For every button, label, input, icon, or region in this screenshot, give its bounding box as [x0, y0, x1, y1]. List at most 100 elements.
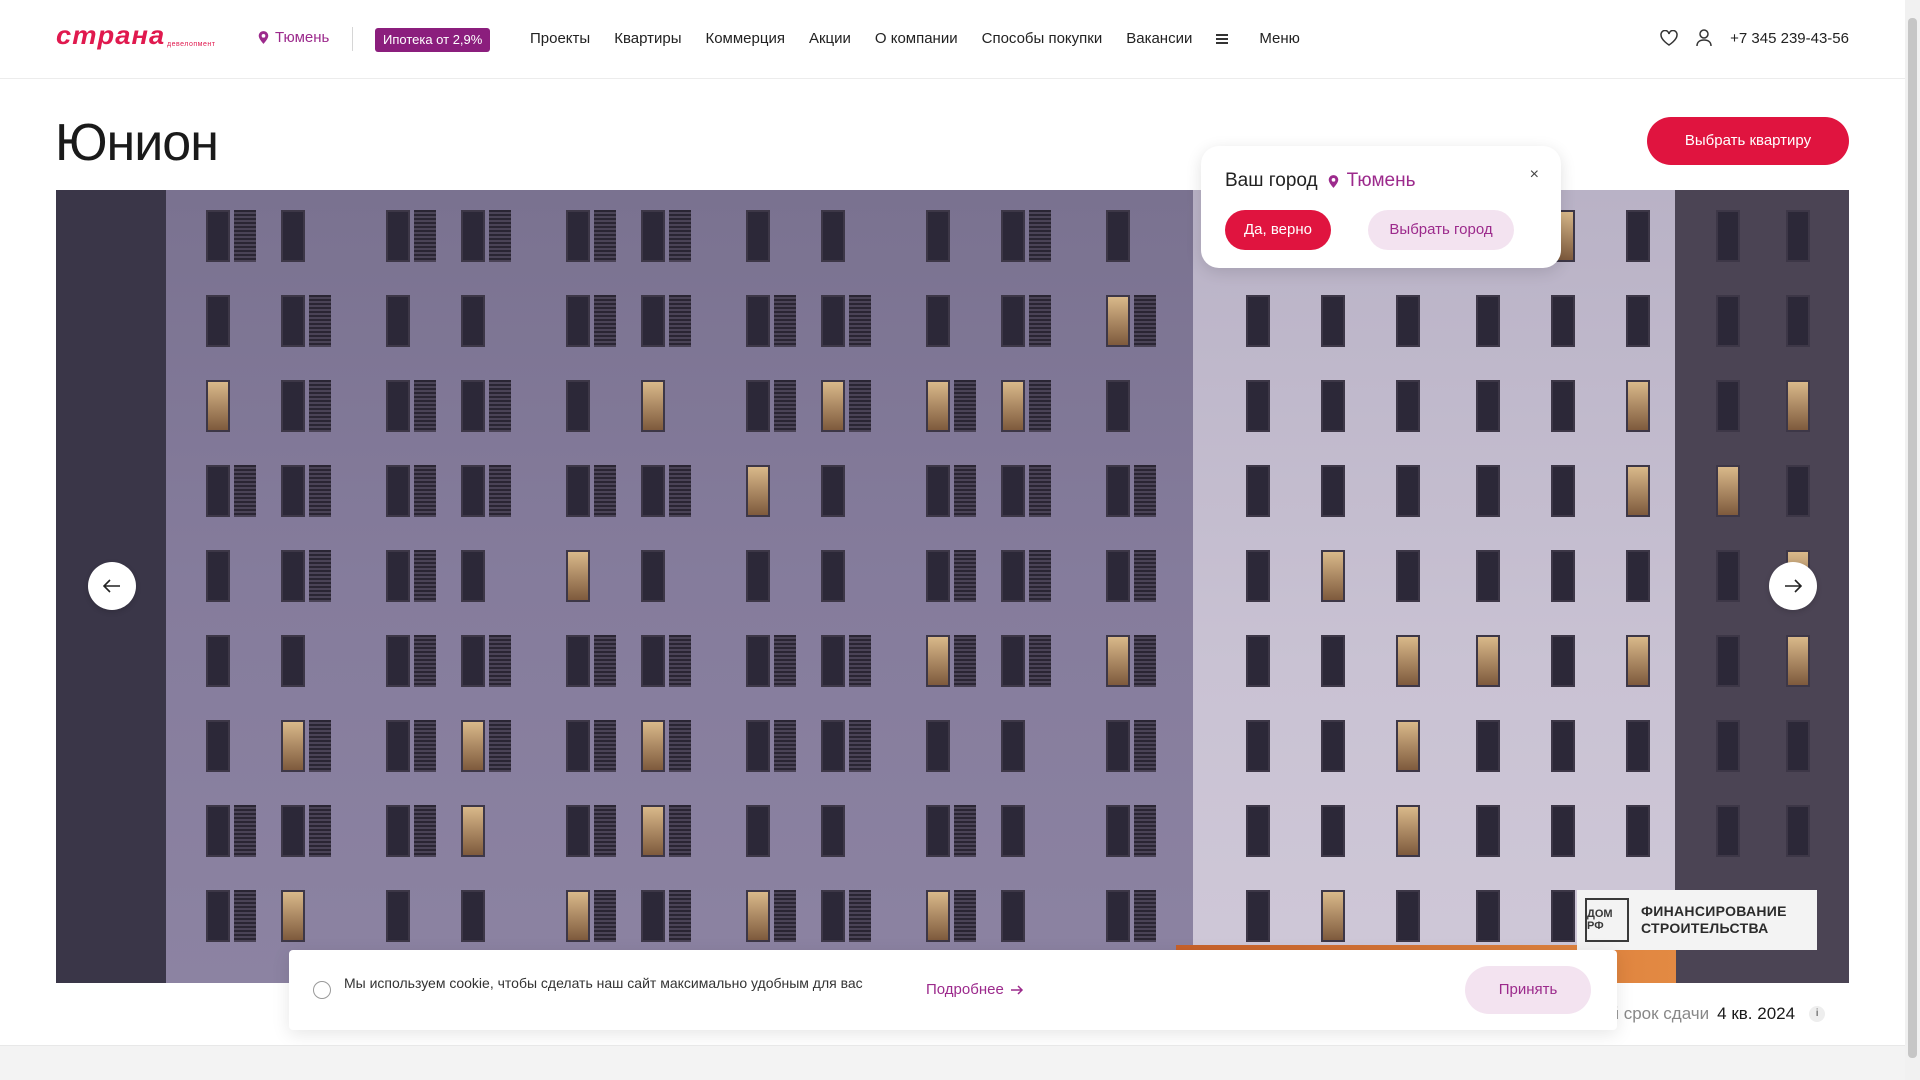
facade-window [1786, 380, 1810, 432]
facade-window [461, 465, 485, 517]
facade-window [641, 465, 665, 517]
facade-window [461, 890, 485, 942]
close-icon[interactable]: × [1530, 166, 1539, 184]
mortgage-promo-badge[interactable]: Ипотека от 2,9% [375, 28, 491, 52]
facade-window [641, 720, 665, 772]
window-shutter [1029, 550, 1051, 602]
facade-window [566, 210, 590, 262]
window-shutter [954, 380, 976, 432]
facade-window [1396, 380, 1420, 432]
window-shutter [234, 890, 256, 942]
facade-window [821, 720, 845, 772]
choose-apartment-button[interactable]: Выбрать квартиру [1647, 117, 1849, 165]
cookie-more-link[interactable]: Подробнее [926, 981, 1024, 998]
window-shutter [1134, 805, 1156, 857]
nav-promotions[interactable]: Акции [809, 30, 851, 47]
facade-window [926, 805, 950, 857]
cookie-accept-button[interactable]: Принять [1465, 966, 1591, 1014]
facade-window [566, 635, 590, 687]
facade-window [1786, 465, 1810, 517]
scrollbar-thumb[interactable] [1908, 18, 1917, 1058]
facade-window [386, 635, 410, 687]
facade-window [1106, 890, 1130, 942]
slider-next-button[interactable] [1769, 562, 1817, 610]
user-icon[interactable] [1696, 29, 1712, 47]
heart-icon[interactable] [1660, 30, 1678, 46]
facade-window [1321, 805, 1345, 857]
facade-window [1786, 210, 1810, 262]
choose-city-button[interactable]: Выбрать город [1368, 210, 1514, 250]
domrf-logo: ДОМ РФ [1585, 898, 1629, 942]
site-header: страна девелопмент Тюмень Ипотека от 2,9… [0, 0, 1905, 79]
nav-purchase-methods[interactable]: Способы покупки [982, 30, 1103, 47]
facade-window [641, 550, 665, 602]
window-shutter [669, 635, 691, 687]
facade-window [281, 805, 305, 857]
facade-window [821, 805, 845, 857]
facade-window [1476, 805, 1500, 857]
nav-vacancies[interactable]: Вакансии [1126, 30, 1192, 47]
window-shutter [594, 210, 616, 262]
deadline-value: 4 кв. 2024 [1717, 1004, 1796, 1023]
facade-window [1716, 465, 1740, 517]
page-scrollbar[interactable] [1905, 0, 1920, 1080]
facade-window [746, 210, 770, 262]
phone-link[interactable]: +7 345 239-43-56 [1730, 30, 1849, 47]
facade-window [1321, 550, 1345, 602]
window-shutter [594, 295, 616, 347]
facade-window [1246, 380, 1270, 432]
arrow-left-icon [103, 579, 120, 593]
facade-window [386, 550, 410, 602]
facade-window [1551, 720, 1575, 772]
facade-window [746, 635, 770, 687]
nav-apartments[interactable]: Квартиры [614, 30, 681, 47]
window-shutter [849, 890, 871, 942]
facade-window [821, 210, 845, 262]
nav-projects[interactable]: Проекты [530, 30, 590, 47]
facade-window [1396, 550, 1420, 602]
domrf-badge: ДОМ РФ ФИНАНСИРОВАНИЕ СТРОИТЕЛЬСТВА [1577, 890, 1817, 950]
window-shutter [414, 720, 436, 772]
facade-window [1106, 295, 1130, 347]
logo[interactable]: страна [56, 22, 165, 48]
facade-window [386, 465, 410, 517]
facade-window [1321, 295, 1345, 347]
logo-subtitle: девелопмент [167, 41, 216, 48]
facade-window [206, 465, 230, 517]
nav-commercial[interactable]: Коммерция [705, 30, 784, 47]
facade-window [206, 720, 230, 772]
facade-window [1396, 295, 1420, 347]
slider-prev-button[interactable] [88, 562, 136, 610]
info-icon[interactable]: i [1809, 1006, 1826, 1022]
facade-window [461, 635, 485, 687]
window-shutter [414, 210, 436, 262]
window-shutter [1029, 210, 1051, 262]
window-shutter [309, 465, 331, 517]
nav-about[interactable]: О компании [875, 30, 958, 47]
window-shutter [414, 635, 436, 687]
facade-window [1321, 380, 1345, 432]
window-shutter [1134, 550, 1156, 602]
facade-window [1321, 465, 1345, 517]
confirm-city-button[interactable]: Да, верно [1225, 210, 1331, 250]
window-shutter [489, 210, 511, 262]
window-shutter [489, 465, 511, 517]
cookie-banner: Мы используем cookie, чтобы сделать наш … [289, 950, 1617, 1030]
map-pin-icon [258, 31, 269, 44]
facade-window [926, 380, 950, 432]
window-shutter [1029, 465, 1051, 517]
facade-window [1106, 550, 1130, 602]
window-shutter [774, 380, 796, 432]
window-shutter [309, 550, 331, 602]
window-shutter [489, 720, 511, 772]
facade-window [1476, 380, 1500, 432]
window-shutter [849, 720, 871, 772]
window-shutter [669, 295, 691, 347]
facade-window [281, 720, 305, 772]
menu-button[interactable]: Меню [1216, 30, 1324, 47]
facade-window [1001, 635, 1025, 687]
facade-window [566, 380, 590, 432]
hero-building-right [1675, 190, 1849, 983]
city-label: Тюмень [275, 29, 330, 46]
city-selector[interactable]: Тюмень [258, 29, 329, 46]
